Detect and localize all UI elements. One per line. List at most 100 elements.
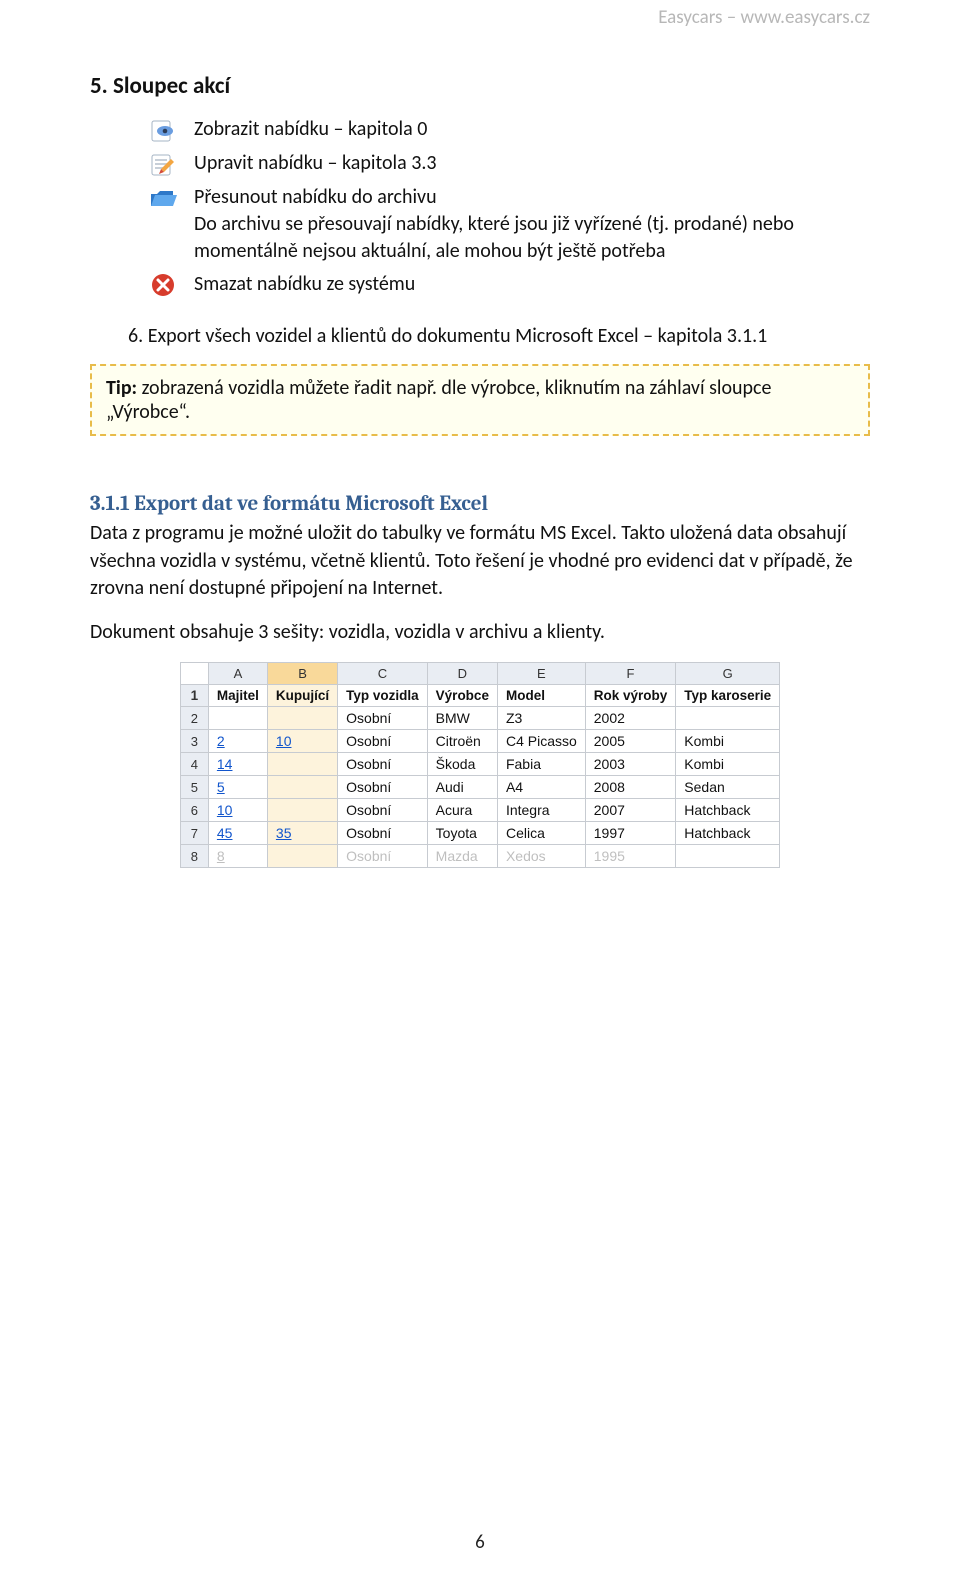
row-num: 6 — [180, 799, 208, 822]
page-header-right: Easycars – www.easycars.cz — [658, 6, 870, 29]
row-num: 7 — [180, 822, 208, 845]
folder-icon — [148, 184, 178, 210]
col-f: F — [585, 663, 676, 685]
action-view-label: Zobrazit nabídku – kapitola 0 — [194, 116, 870, 143]
table-row: 2 Osobní BMW Z3 2002 — [180, 707, 779, 730]
hdr-model: Model — [497, 685, 585, 707]
section-5-title: 5. Sloupec akcí — [90, 72, 870, 100]
action-row-delete: Smazat nabídku ze systému — [148, 271, 870, 298]
col-d: D — [427, 663, 497, 685]
cell: 14 — [208, 753, 267, 776]
row-num: 4 — [180, 753, 208, 776]
cell: Integra — [497, 799, 585, 822]
cell: Z3 — [497, 707, 585, 730]
cell: Osobní — [338, 776, 428, 799]
cell: 1997 — [585, 822, 676, 845]
col-g: G — [676, 663, 780, 685]
excel-col-letters: A B C D E F G — [180, 663, 779, 685]
cell — [676, 845, 780, 868]
row-num: 2 — [180, 707, 208, 730]
tip-text: zobrazená vozidla můžete řadit např. dle… — [106, 376, 771, 424]
cell — [267, 845, 337, 868]
cell: Citroën — [427, 730, 497, 753]
cell: 2005 — [585, 730, 676, 753]
cell: 8 — [208, 845, 267, 868]
cell: Fabia — [497, 753, 585, 776]
cell — [208, 707, 267, 730]
cell: Celica — [497, 822, 585, 845]
cell: 10 — [208, 799, 267, 822]
hdr-typ: Typ vozidla — [338, 685, 428, 707]
row-num: 3 — [180, 730, 208, 753]
cell: Hatchback — [676, 799, 780, 822]
action-archive-line1: Přesunout nabídku do archivu — [194, 185, 437, 209]
cell: 45 — [208, 822, 267, 845]
actions-list: Zobrazit nabídku – kapitola 0 Upravit na… — [148, 116, 870, 298]
cell: Kombi — [676, 753, 780, 776]
item-6-export: 6. Export všech vozidel a klientů do dok… — [128, 324, 870, 348]
paragraph-311-2: Dokument obsahuje 3 sešity: vozidla, voz… — [90, 619, 870, 647]
excel-screenshot: A B C D E F G 1 Majitel Kupující Typ voz… — [90, 662, 870, 868]
tip-label: Tip: — [106, 376, 137, 400]
cell: Audi — [427, 776, 497, 799]
action-row-edit: Upravit nabídku – kapitola 3.3 — [148, 150, 870, 178]
cell: 1995 — [585, 845, 676, 868]
cell — [267, 776, 337, 799]
cell: 2008 — [585, 776, 676, 799]
table-row: 5 5 Osobní Audi A4 2008 Sedan — [180, 776, 779, 799]
excel-corner — [180, 663, 208, 685]
cell: 2007 — [585, 799, 676, 822]
table-row: 6 10 Osobní Acura Integra 2007 Hatchback — [180, 799, 779, 822]
col-c: C — [338, 663, 428, 685]
cell: A4 — [497, 776, 585, 799]
cell: Hatchback — [676, 822, 780, 845]
action-delete-label: Smazat nabídku ze systému — [194, 271, 870, 298]
cell: Xedos — [497, 845, 585, 868]
action-row-view: Zobrazit nabídku – kapitola 0 — [148, 116, 870, 144]
cell — [267, 707, 337, 730]
paragraph-311-1: Data z programu je možné uložit do tabul… — [90, 520, 870, 603]
action-archive-line2: Do archivu se přesouvají nabídky, které … — [194, 212, 794, 263]
row-num: 8 — [180, 845, 208, 868]
cell: Škoda — [427, 753, 497, 776]
table-row: 4 14 Osobní Škoda Fabia 2003 Kombi — [180, 753, 779, 776]
cell: Acura — [427, 799, 497, 822]
hdr-majitel: Majitel — [208, 685, 267, 707]
heading-3-1-1: 3.1.1 Export dat ve formátu Microsoft Ex… — [90, 492, 870, 516]
hdr-rok: Rok výroby — [585, 685, 676, 707]
cell: Sedan — [676, 776, 780, 799]
action-archive-text: Přesunout nabídku do archivu Do archivu … — [194, 184, 870, 265]
tip-box: Tip: zobrazená vozidla můžete řadit např… — [90, 364, 870, 436]
cell: Osobní — [338, 730, 428, 753]
cell: Toyota — [427, 822, 497, 845]
action-edit-label: Upravit nabídku – kapitola 3.3 — [194, 150, 870, 177]
table-row: 8 8 Osobní Mazda Xedos 1995 — [180, 845, 779, 868]
cell — [676, 707, 780, 730]
action-row-archive: Přesunout nabídku do archivu Do archivu … — [148, 184, 870, 265]
page-number: 6 — [0, 1531, 960, 1554]
edit-icon — [148, 150, 178, 178]
cell: Osobní — [338, 845, 428, 868]
cell: 35 — [267, 822, 337, 845]
cell: Kombi — [676, 730, 780, 753]
cell: Osobní — [338, 753, 428, 776]
cell: 2002 — [585, 707, 676, 730]
cell: 5 — [208, 776, 267, 799]
cell: C4 Picasso — [497, 730, 585, 753]
table-row: 3 2 10 Osobní Citroën C4 Picasso 2005 Ko… — [180, 730, 779, 753]
cell: 10 — [267, 730, 337, 753]
row-num: 5 — [180, 776, 208, 799]
cell: 2 — [208, 730, 267, 753]
col-b: B — [267, 663, 337, 685]
cell: Osobní — [338, 707, 428, 730]
excel-header-row: 1 Majitel Kupující Typ vozidla Výrobce M… — [180, 685, 779, 707]
col-e: E — [497, 663, 585, 685]
cell: 2003 — [585, 753, 676, 776]
cell: BMW — [427, 707, 497, 730]
table-row: 7 45 35 Osobní Toyota Celica 1997 Hatchb… — [180, 822, 779, 845]
cell — [267, 753, 337, 776]
excel-table: A B C D E F G 1 Majitel Kupující Typ voz… — [180, 662, 780, 868]
hdr-vyrobce: Výrobce — [427, 685, 497, 707]
cell: Osobní — [338, 799, 428, 822]
cell — [267, 799, 337, 822]
